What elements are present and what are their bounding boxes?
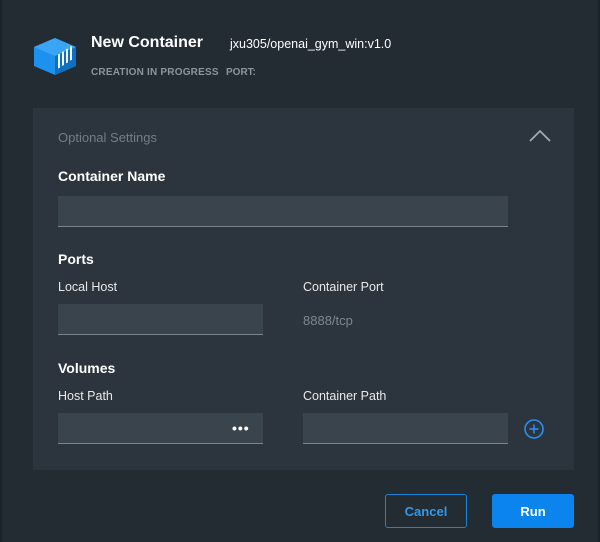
local-host-label: Local Host <box>58 280 118 294</box>
port-label: PORT: <box>226 67 256 78</box>
status-text: CREATION IN PROGRESS <box>91 67 219 78</box>
container-port-label: Container Port <box>303 280 384 294</box>
container-port-value: 8888/tcp <box>303 313 353 328</box>
header: New Container jxu305/openai_gym_win:v1.0… <box>0 0 600 95</box>
chevron-up-icon[interactable] <box>527 126 553 146</box>
local-host-input[interactable] <box>58 304 263 335</box>
image-name: jxu305/openai_gym_win:v1.0 <box>230 37 392 51</box>
run-button[interactable]: Run <box>492 494 574 528</box>
optional-settings-title: Optional Settings <box>58 130 158 145</box>
optional-settings-panel: Optional Settings Container Name Ports L… <box>33 108 574 470</box>
container-name-label: Container Name <box>58 168 166 184</box>
page-title: New Container <box>91 34 204 51</box>
browse-button[interactable]: ••• <box>232 420 250 436</box>
host-path-label: Host Path <box>58 389 113 403</box>
container-name-input[interactable] <box>58 196 508 227</box>
cancel-button[interactable]: Cancel <box>385 494 467 528</box>
plus-circle-icon[interactable] <box>523 418 545 440</box>
container-path-label: Container Path <box>303 389 387 403</box>
container-path-input[interactable] <box>303 413 508 444</box>
container-logo-icon <box>32 36 78 76</box>
ports-label: Ports <box>58 251 94 267</box>
volumes-label: Volumes <box>58 360 116 376</box>
